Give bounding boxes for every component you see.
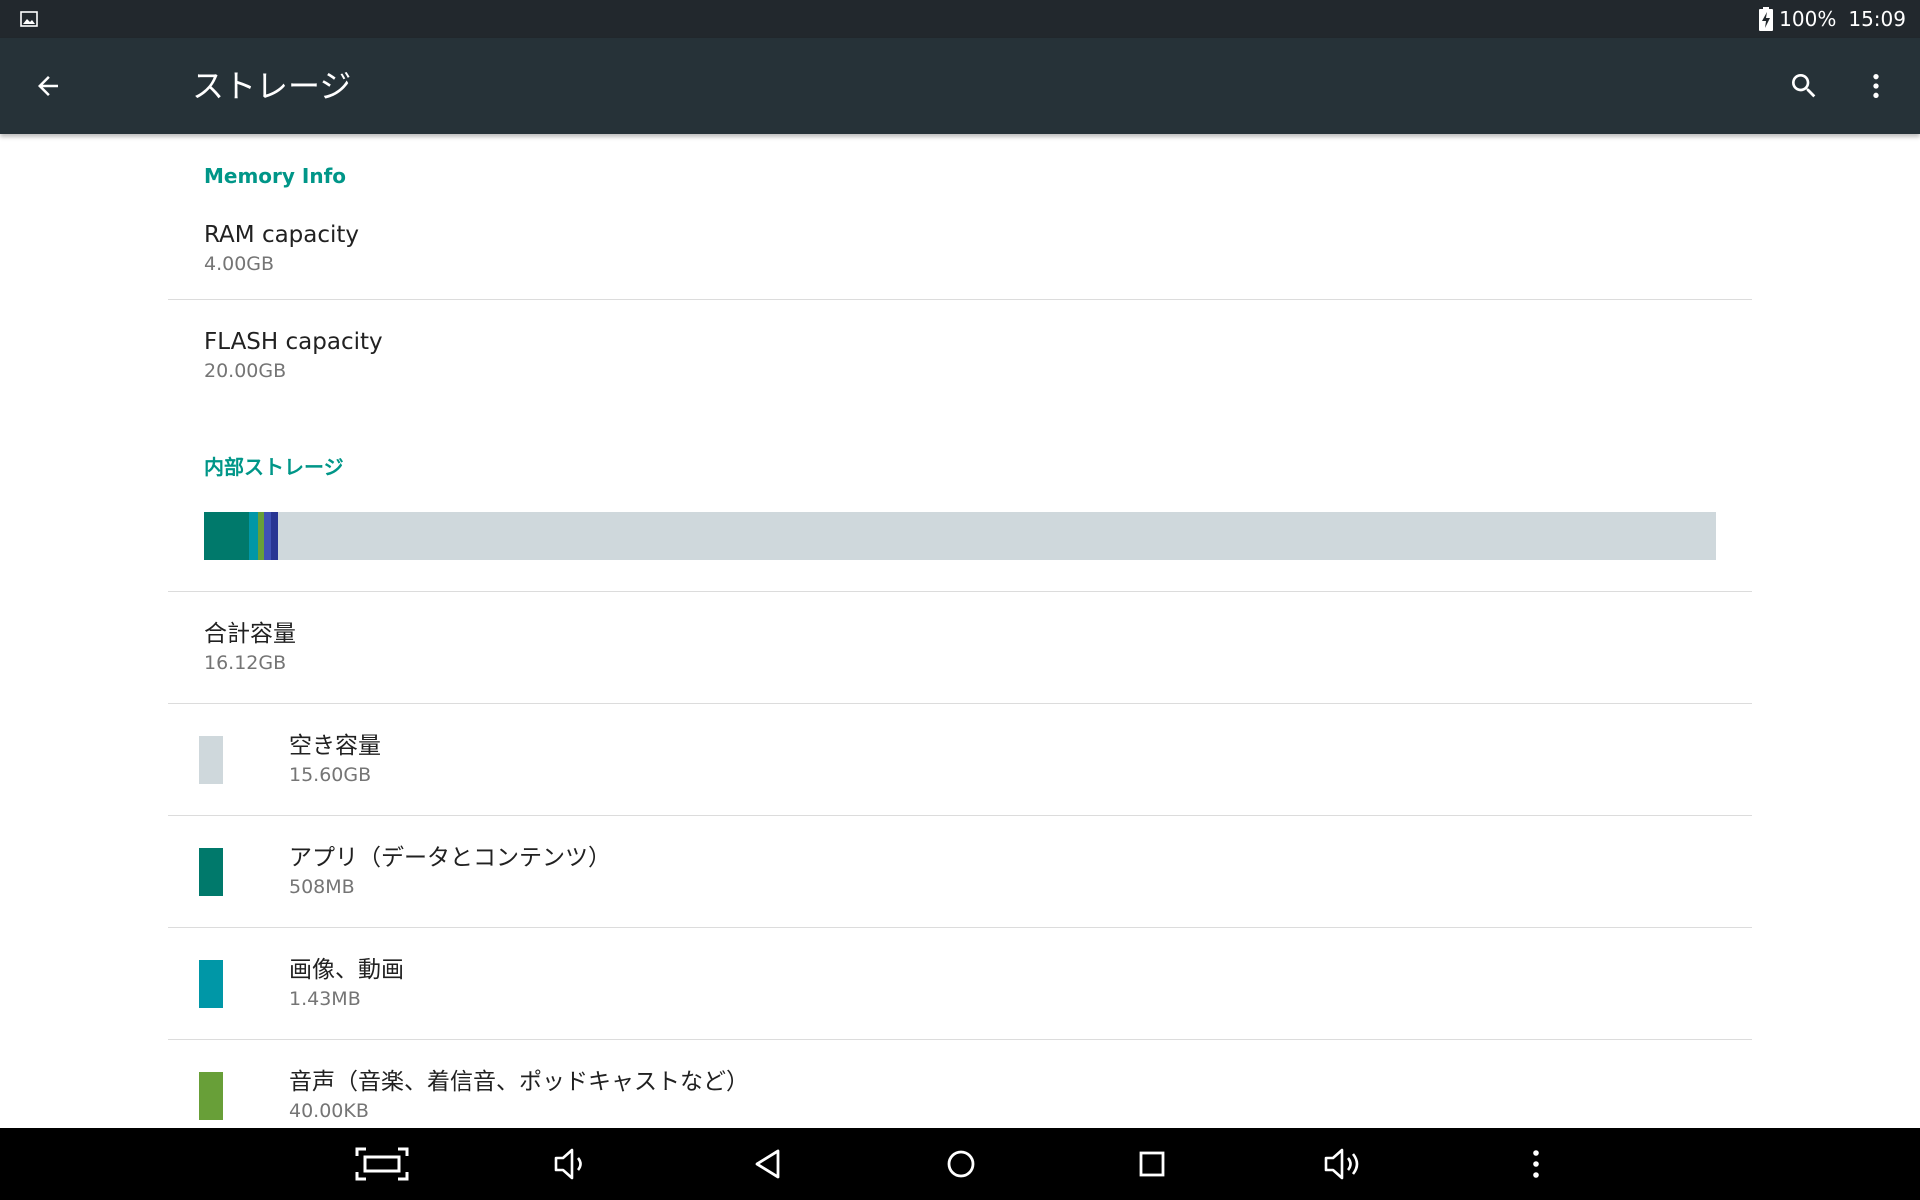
storage-item-value: 508MB — [289, 875, 355, 898]
recents-square-icon — [1139, 1151, 1165, 1177]
flash-capacity-item[interactable]: FLASH capacity 20.00GB — [168, 300, 1752, 412]
color-swatch-free — [199, 736, 223, 784]
status-right: 100% 15:09 — [1759, 0, 1906, 38]
flash-capacity-value: 20.00GB — [204, 360, 287, 382]
search-icon — [1792, 74, 1816, 98]
more-vert-icon — [1873, 74, 1879, 98]
storage-item-images[interactable]: 画像、動画 1.43MB — [168, 928, 1752, 1040]
total-capacity-value: 16.12GB — [204, 651, 287, 674]
total-capacity-item[interactable]: 合計容量 16.12GB — [168, 592, 1752, 704]
image-notification-icon — [20, 11, 38, 27]
clock: 15:09 — [1848, 7, 1906, 31]
volume-down-button[interactable] — [532, 1128, 612, 1200]
category-internal-storage: 内部ストレージ — [204, 455, 344, 479]
storage-item-value: 1.43MB — [289, 987, 361, 1010]
storage-item-title: 画像、動画 — [289, 956, 404, 983]
storage-item-apps[interactable]: アプリ（データとコンテンツ） 508MB — [168, 816, 1752, 928]
back-triangle-icon — [755, 1149, 780, 1179]
volume-down-icon — [554, 1148, 582, 1180]
volume-up-button[interactable] — [1304, 1128, 1384, 1200]
color-swatch-apps — [199, 848, 223, 896]
total-capacity-title: 合計容量 — [204, 620, 296, 647]
back-button[interactable] — [24, 62, 72, 110]
ram-capacity-item[interactable]: RAM capacity 4.00GB — [168, 198, 1752, 300]
ram-capacity-value: 4.00GB — [204, 252, 275, 275]
page-title: ストレージ — [192, 67, 352, 105]
navigation-bar — [0, 1128, 1920, 1200]
usage-segment-misc — [270, 512, 279, 560]
search-button[interactable] — [1780, 62, 1828, 110]
storage-item-title: アプリ（データとコンテンツ） — [289, 844, 611, 871]
color-swatch-images — [199, 960, 223, 1008]
screenshot-icon — [355, 1147, 409, 1181]
more-vert-icon — [1533, 1150, 1539, 1178]
home-button[interactable] — [921, 1128, 1001, 1200]
battery-percent: 100% — [1779, 7, 1837, 31]
flash-capacity-title: FLASH capacity — [204, 329, 383, 355]
ram-capacity-title: RAM capacity — [204, 221, 360, 248]
storage-item-value: 15.60GB — [289, 763, 372, 786]
app-bar: ストレージ — [0, 38, 1920, 134]
category-memory-info: Memory Info — [204, 164, 347, 188]
volume-up-icon — [1324, 1148, 1359, 1180]
storage-list-container[interactable]: Memory Info RAM capacity 4.00GB FLASH ca… — [0, 134, 1920, 1128]
color-swatch-audio — [199, 1072, 223, 1120]
home-circle-icon — [947, 1150, 975, 1178]
storage-item-value: 40.00KB — [289, 1099, 369, 1122]
status-bar: 100% 15:09 — [0, 0, 1920, 38]
recents-button[interactable] — [1112, 1128, 1192, 1200]
storage-item-free[interactable]: 空き容量 15.60GB — [168, 704, 1752, 816]
nav-more-button[interactable] — [1496, 1128, 1576, 1200]
screen: 100% 15:09 ストレージ Memory Info RAM capacit… — [0, 0, 1920, 1200]
more-options-button[interactable] — [1852, 62, 1900, 110]
storage-usage-bar — [204, 512, 1716, 560]
storage-item-audio[interactable]: 音声（音楽、着信音、ポッドキャストなど） 40.00KB — [168, 1040, 1752, 1128]
arrow-back-icon — [38, 76, 58, 96]
battery-charging-icon — [1759, 7, 1774, 31]
screenshot-button[interactable] — [342, 1128, 422, 1200]
storage-item-title: 空き容量 — [289, 732, 381, 759]
usage-segment-apps — [204, 512, 250, 560]
nav-back-button[interactable] — [729, 1128, 809, 1200]
storage-item-title: 音声（音楽、着信音、ポッドキャストなど） — [289, 1068, 749, 1095]
usage-segment-images — [249, 512, 259, 560]
usage-bar-row — [168, 492, 1752, 592]
storage-list: Memory Info RAM capacity 4.00GB FLASH ca… — [168, 134, 1752, 1128]
